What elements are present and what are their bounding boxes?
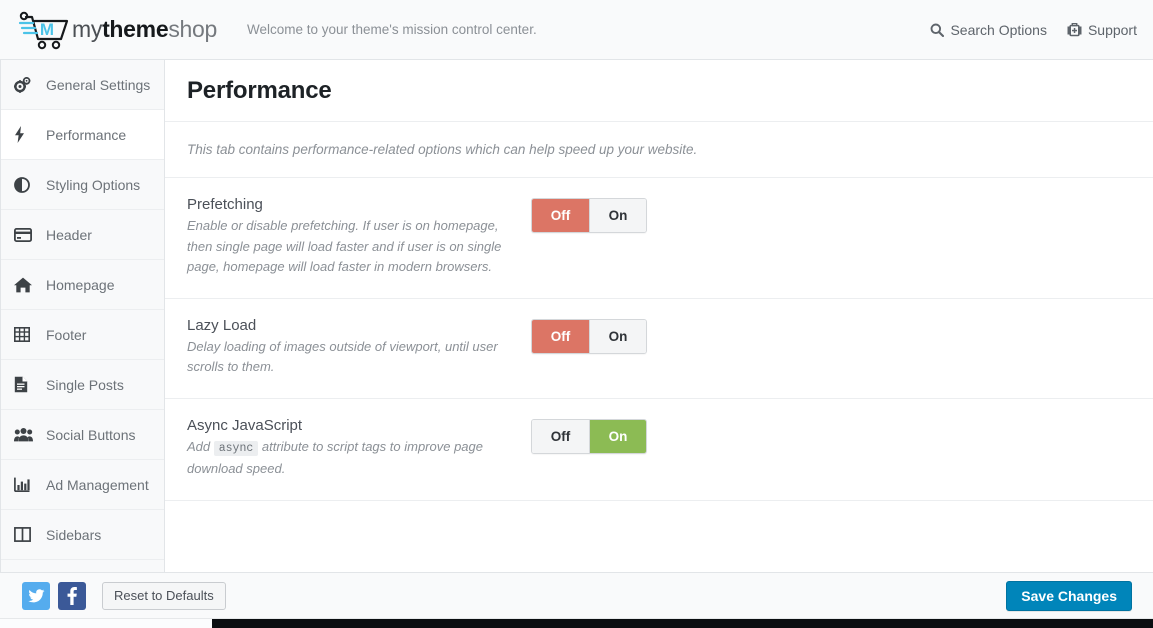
svg-text:M: M bbox=[40, 20, 54, 39]
reset-to-defaults-button[interactable]: Reset to Defaults bbox=[102, 581, 226, 610]
sidebar-item-label: Performance bbox=[46, 126, 127, 143]
facebook-icon[interactable] bbox=[58, 581, 86, 610]
content-frame: General Settings Performance Styling Opt… bbox=[0, 60, 1153, 572]
option-row-async-javascript: Async JavaScript Add async attribute to … bbox=[165, 399, 1153, 501]
logo-text-shop: shop bbox=[168, 16, 217, 42]
async-javascript-on-button[interactable]: On bbox=[589, 419, 646, 453]
sidebar-item-social-buttons[interactable]: Social Buttons bbox=[0, 410, 164, 460]
header-links: Search Options Support bbox=[930, 22, 1137, 38]
home-icon bbox=[14, 277, 40, 293]
support-label: Support bbox=[1087, 21, 1137, 38]
sidebar-item-general-settings[interactable]: General Settings bbox=[0, 60, 164, 110]
sidebar-item-label: Header bbox=[46, 226, 92, 243]
option-description-text: Delay loading of images outside of viewp… bbox=[187, 338, 498, 375]
brand-logo-text: mythemeshop bbox=[72, 16, 217, 43]
option-text-block: Async JavaScript Add async attribute to … bbox=[187, 417, 507, 480]
option-title: Lazy Load bbox=[187, 316, 257, 334]
gears-icon bbox=[14, 76, 40, 93]
option-row-prefetching: Prefetching Enable or disable prefetchin… bbox=[165, 178, 1153, 299]
sidebar-item-label: Homepage bbox=[46, 276, 115, 293]
logo-text-my: my bbox=[72, 16, 103, 42]
sidebar-item-styling-options[interactable]: Styling Options bbox=[0, 160, 164, 210]
frame-left-edge bbox=[0, 60, 1, 618]
option-control: Off On bbox=[507, 317, 647, 378]
footer-left-group: Reset to Defaults bbox=[22, 581, 226, 610]
bolt-icon bbox=[14, 126, 40, 143]
option-control: Off On bbox=[507, 196, 647, 278]
sidebar-nav: General Settings Performance Styling Opt… bbox=[0, 60, 165, 572]
sidebar-item-footer[interactable]: Footer bbox=[0, 310, 164, 360]
sidebar-item-sidebars[interactable]: Sidebars bbox=[0, 510, 164, 560]
async-javascript-off-button[interactable]: Off bbox=[532, 419, 589, 453]
option-description: Delay loading of images outside of viewp… bbox=[187, 337, 507, 378]
option-description: Enable or disable prefetching. If user i… bbox=[187, 216, 507, 278]
sidebar-item-label: General Settings bbox=[46, 76, 151, 93]
page-title: Performance bbox=[187, 76, 332, 104]
support-link[interactable]: Support bbox=[1067, 22, 1137, 38]
top-header-bar: M mythemeshop Welcome to your theme's mi… bbox=[0, 0, 1153, 60]
lazy-load-off-button[interactable]: Off bbox=[532, 319, 589, 353]
sidebar-item-label: Footer bbox=[46, 326, 87, 343]
option-description-text-pre: Add bbox=[187, 438, 214, 454]
sidebar-item-homepage[interactable]: Homepage bbox=[0, 260, 164, 310]
sidebar-item-performance[interactable]: Performance bbox=[0, 110, 164, 160]
page-header: Performance bbox=[165, 60, 1153, 122]
shopping-cart-m-logo-icon: M bbox=[18, 10, 70, 50]
users-group-icon bbox=[14, 427, 40, 442]
lazy-load-on-button[interactable]: On bbox=[589, 319, 646, 353]
file-text-icon bbox=[14, 376, 40, 393]
search-options-link[interactable]: Search Options bbox=[930, 22, 1047, 38]
logo-text-theme: theme bbox=[102, 16, 169, 42]
option-text-block: Lazy Load Delay loading of images outsid… bbox=[187, 317, 507, 378]
option-description: Add async attribute to script tags to im… bbox=[187, 437, 507, 480]
search-icon bbox=[930, 23, 945, 37]
footer-action-bar: Reset to Defaults Save Changes bbox=[0, 572, 1153, 618]
prefetching-toggle[interactable]: Off On bbox=[531, 198, 647, 233]
sidebar-item-label: Social Buttons bbox=[46, 426, 136, 443]
brand-logo[interactable]: M mythemeshop bbox=[18, 10, 217, 50]
adjust-contrast-icon bbox=[14, 176, 40, 193]
sidebar-item-header[interactable]: Header bbox=[0, 210, 164, 260]
option-description-text: Enable or disable prefetching. If user i… bbox=[187, 218, 502, 274]
search-options-label: Search Options bbox=[950, 21, 1047, 38]
welcome-message: Welcome to your theme's mission control … bbox=[247, 22, 537, 37]
sidebar-item-label: Styling Options bbox=[46, 176, 141, 193]
option-title: Async JavaScript bbox=[187, 416, 303, 434]
sidebar-item-label: Ad Management bbox=[46, 476, 149, 493]
sidebar-item-single-posts[interactable]: Single Posts bbox=[0, 360, 164, 410]
medkit-icon bbox=[1067, 22, 1082, 37]
table-grid-icon bbox=[14, 327, 40, 342]
credit-card-icon bbox=[14, 227, 40, 242]
option-title: Prefetching bbox=[187, 196, 263, 213]
main-panel: Performance This tab contains performanc… bbox=[165, 60, 1153, 572]
sidebar-item-label: Single Posts bbox=[46, 376, 124, 393]
prefetching-on-button[interactable]: On bbox=[589, 199, 646, 232]
twitter-icon[interactable] bbox=[22, 581, 50, 610]
option-control: Off On bbox=[507, 417, 647, 480]
bar-chart-icon bbox=[14, 477, 40, 492]
option-row-lazy-load: Lazy Load Delay loading of images outsid… bbox=[165, 299, 1153, 399]
option-text-block: Prefetching Enable or disable prefetchin… bbox=[187, 196, 507, 278]
option-code-token: async bbox=[213, 440, 259, 456]
sidebar-item-ad-management[interactable]: Ad Management bbox=[0, 460, 164, 510]
lazy-load-toggle[interactable]: Off On bbox=[531, 318, 647, 354]
horizontal-scrollbar-thumb[interactable] bbox=[212, 619, 1153, 628]
sidebar-item-label: Sidebars bbox=[46, 526, 102, 543]
save-changes-button[interactable]: Save Changes bbox=[1006, 580, 1132, 611]
tab-description: This tab contains performance-related op… bbox=[165, 122, 1153, 178]
async-javascript-toggle[interactable]: Off On bbox=[531, 418, 647, 454]
prefetching-off-button[interactable]: Off bbox=[532, 199, 589, 232]
columns-icon bbox=[14, 527, 40, 542]
